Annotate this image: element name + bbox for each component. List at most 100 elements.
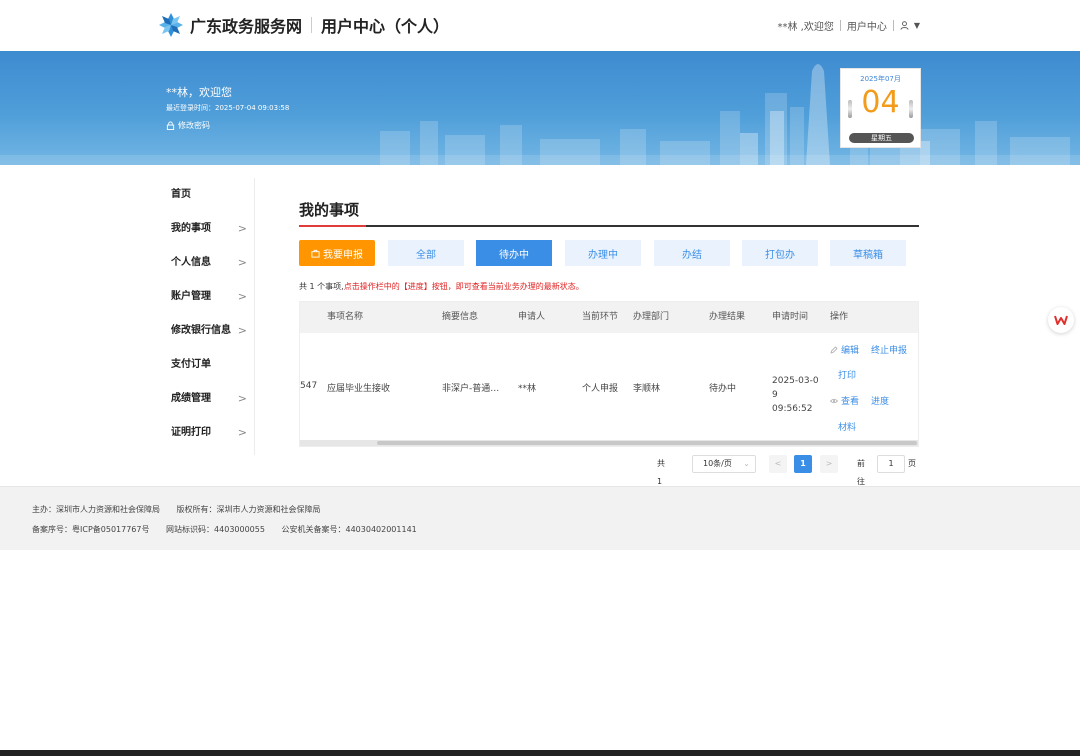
section-title: 我的事项: [299, 201, 360, 219]
terminate-action[interactable]: 终止申报: [871, 343, 907, 356]
floating-assistant-button[interactable]: [1048, 307, 1074, 333]
top-right-nav: **林 ,欢迎您 用户中心 ▼: [777, 18, 920, 33]
chevron-right-icon: >: [237, 256, 247, 269]
column-header: 摘要信息: [442, 312, 479, 322]
assistant-logo-icon: [1054, 315, 1068, 325]
tab-all[interactable]: 全部: [388, 240, 464, 266]
progress-action[interactable]: 进度: [871, 394, 889, 407]
chevron-right-icon: >: [237, 290, 247, 303]
calendar-ring-left: [848, 100, 852, 118]
result-status: 待办中: [709, 384, 737, 394]
welcome-banner: **林，欢迎您 最近登录时间：2025-07-04 09:03:58 修改密码 …: [0, 51, 1080, 165]
column-header: 当前环节: [582, 312, 619, 322]
sidebar-item-label: 证明打印: [171, 427, 211, 438]
page-title: 用户中心（个人）: [321, 17, 450, 36]
pencil-icon: [830, 345, 838, 354]
status-tabs: 我要申报 全部 待办中 办理中 办结 打包办 草稿箱: [299, 240, 919, 266]
hint-count: 共 1 个事项,: [299, 282, 344, 291]
sidebar-item-personal-info[interactable]: 个人信息 >: [158, 246, 254, 280]
caret-down-icon[interactable]: ▼: [914, 21, 920, 30]
title-underline-accent: [299, 225, 366, 227]
next-page-button[interactable]: >: [820, 455, 838, 473]
page-number-current[interactable]: 1: [794, 455, 812, 473]
matters-hint: 共 1 个事项,点击操作栏中的【进度】按钮，即可查看当前业务办理的最新状态。: [299, 281, 584, 292]
sidebar-item-label: 账户管理: [171, 291, 211, 302]
column-header: 办理部门: [633, 312, 670, 322]
applicant: **林: [518, 384, 537, 394]
last-login-time: 最近登录时间：2025-07-04 09:03:58: [166, 104, 290, 112]
column-header: 操作: [830, 312, 849, 322]
page-size-select[interactable]: 10条/页 ⌄: [692, 455, 756, 473]
footer-line: 备案序号：粤ICP备05017767号 网站标识码：4403000055 公安机…: [32, 524, 431, 535]
sidebar-item-label: 修改银行信息: [171, 325, 231, 336]
scrollbar-thumb[interactable]: [377, 441, 917, 445]
top-header: 广东政务服务网 用户中心（个人） **林 ,欢迎您 用户中心 ▼: [0, 0, 1080, 51]
sidebar-item-label: 首页: [171, 189, 191, 200]
footer-line: 主办：深圳市人力资源和社会保障局 版权所有：深圳市人力资源和社会保障局: [32, 504, 335, 515]
sidebar-item-account[interactable]: 账户管理 >: [158, 280, 254, 314]
divider: [892, 20, 894, 31]
matters-table: 事项名称 摘要信息 申请人 当前环节 办理部门 办理结果 申请时间 操作 547…: [299, 301, 919, 447]
page-footer: 主办：深圳市人力资源和社会保障局 版权所有：深圳市人力资源和社会保障局 备案序号…: [0, 486, 1080, 550]
sidebar-item-bank-info[interactable]: 修改银行信息 >: [158, 314, 254, 348]
footer-police-record[interactable]: 公安机关备案号：44030402001141: [282, 525, 417, 534]
chevron-right-icon: >: [237, 392, 247, 405]
goto-page-input[interactable]: 1: [877, 455, 905, 473]
calendar-month: 2025年07月: [860, 75, 901, 83]
eye-icon: [830, 398, 838, 403]
view-label: 查看: [841, 397, 860, 407]
change-password-label: 修改密码: [178, 121, 210, 130]
tab-package[interactable]: 打包办: [742, 240, 818, 266]
user-icon[interactable]: [900, 21, 909, 30]
sidebar-item-payment-orders[interactable]: 支付订单: [158, 348, 254, 382]
hint-instruction: 点击操作栏中的【进度】按钮，即可查看当前业务办理的最新状态。: [343, 282, 584, 291]
logo-divider: [311, 17, 313, 33]
site-logo[interactable]: 广东政务服务网 用户中心（个人）: [158, 12, 449, 38]
edit-action[interactable]: 编辑: [830, 343, 859, 356]
calendar-weekday: 星期五: [849, 133, 914, 143]
row-id-fragment: 547: [300, 381, 318, 391]
chevron-down-icon: ⌄: [743, 459, 750, 468]
column-header: 事项名称: [327, 312, 364, 322]
matter-name: 应届毕业生接收: [327, 384, 391, 394]
horizontal-scrollbar[interactable]: [300, 440, 918, 446]
sidebar-item-scores[interactable]: 成绩管理 >: [158, 382, 254, 416]
title-underline: [299, 225, 919, 227]
table-header: 事项名称 摘要信息 申请人 当前环节 办理部门 办理结果 申请时间 操作: [300, 302, 918, 333]
date-calendar: 2025年07月 04 星期五: [840, 68, 921, 148]
apply-button[interactable]: 我要申报: [299, 240, 375, 266]
print-action[interactable]: 打印: [838, 368, 856, 381]
site-name: 广东政务服务网: [190, 17, 303, 36]
materials-action[interactable]: 材料: [838, 420, 856, 433]
sidebar-item-home[interactable]: 首页: [158, 178, 254, 212]
sidebar-item-label: 个人信息: [171, 257, 211, 268]
welcome-text: **林，欢迎您: [166, 86, 232, 99]
column-header: 申请时间: [772, 312, 809, 322]
tab-drafts[interactable]: 草稿箱: [830, 240, 906, 266]
sidebar-menu: 首页 我的事项 > 个人信息 > 账户管理 > 修改银行信息 > 支付订单 成绩管理 > …: [158, 178, 255, 455]
current-step: 个人申报: [582, 384, 619, 394]
sidebar-item-my-matters[interactable]: 我的事项 >: [158, 212, 254, 246]
tab-processing[interactable]: 办理中: [565, 240, 641, 266]
department: 李顺林: [633, 384, 661, 394]
user-center-link[interactable]: 用户中心: [847, 18, 887, 33]
prev-page-button[interactable]: <: [769, 455, 787, 473]
briefcase-icon: [311, 249, 320, 258]
lock-icon: [166, 121, 175, 130]
change-password-link[interactable]: 修改密码: [166, 120, 210, 131]
sidebar-item-label: 成绩管理: [171, 393, 211, 404]
column-header: 申请人: [518, 312, 546, 322]
chevron-right-icon: >: [237, 222, 247, 235]
footer-icp[interactable]: 备案序号：粤ICP备05017767号: [32, 525, 150, 534]
footer-copyright: 版权所有：深圳市人力资源和社会保障局: [176, 505, 321, 514]
sidebar-item-label: 支付订单: [171, 359, 211, 370]
column-header: 办理结果: [709, 312, 746, 322]
greeting-text: **林 ,欢迎您: [777, 22, 834, 33]
sidebar-item-certificate-print[interactable]: 证明打印 >: [158, 416, 254, 450]
chevron-right-icon: >: [237, 324, 247, 337]
tab-completed[interactable]: 办结: [654, 240, 730, 266]
tab-pending[interactable]: 待办中: [476, 240, 552, 266]
view-action[interactable]: 查看: [830, 394, 859, 407]
sidebar-item-label: 我的事项: [171, 223, 211, 234]
bottom-edge: [0, 750, 1080, 756]
